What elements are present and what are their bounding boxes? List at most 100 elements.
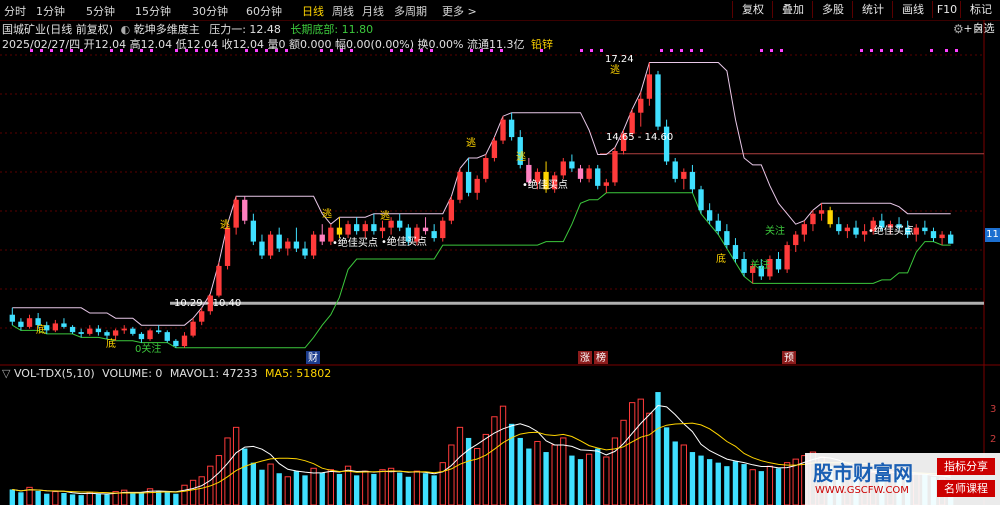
upper-envelope-line — [12, 62, 951, 326]
volume-bar-up — [603, 456, 610, 505]
tab-daily[interactable]: 日线 — [302, 3, 324, 19]
volume-bar-down — [259, 469, 265, 505]
candle-body — [242, 199, 248, 221]
teacher-course-button[interactable]: 名师课程 — [937, 480, 995, 497]
tab-weekly[interactable]: 周线 — [332, 3, 354, 19]
signal-dot — [130, 49, 133, 52]
candle-body — [379, 227, 386, 232]
escape-label: 逃 — [322, 207, 332, 220]
volume-bar-up — [585, 453, 593, 505]
volume-toggle-icon[interactable]: ▽ — [2, 367, 10, 380]
attention-label: 0关注 — [135, 342, 161, 355]
candle-body — [397, 220, 403, 228]
bottom-label: 底 — [106, 337, 116, 350]
candle-body — [431, 231, 437, 239]
tab-30min[interactable]: 30分钟 — [192, 3, 228, 19]
volume-bar-down — [655, 392, 661, 505]
volume-bar-up — [439, 462, 446, 505]
signal-dot — [320, 49, 323, 52]
signal-dot — [420, 49, 423, 52]
volume-bar-up — [491, 416, 498, 505]
mark-button[interactable]: 标记 — [960, 1, 1000, 18]
volume-bar-down — [431, 475, 437, 505]
signal-dot — [430, 49, 433, 52]
candle-body — [448, 199, 455, 221]
candle-body — [250, 220, 257, 242]
volume-bar-up — [456, 426, 464, 505]
signal-dot — [540, 49, 543, 52]
candle-body — [853, 227, 859, 235]
event-marker-label: 涨 — [580, 352, 590, 364]
watermark-title: 股市财富网 — [813, 461, 913, 485]
candle-body — [353, 224, 360, 232]
signal-dot — [900, 49, 903, 52]
candle-body — [948, 234, 954, 244]
candle-body — [224, 227, 231, 266]
tab-15min[interactable]: 15分钟 — [135, 3, 171, 19]
tab-60min[interactable]: 60分钟 — [246, 3, 282, 19]
signal-dot — [890, 49, 893, 52]
tab-5min[interactable]: 5分钟 — [86, 3, 115, 19]
volume-bar-up — [310, 467, 317, 505]
draw-line-button[interactable]: 画线 — [892, 1, 933, 18]
volume-bar-up — [198, 476, 205, 505]
candle-body — [147, 330, 153, 340]
signal-dot — [185, 49, 188, 52]
volume-bar-up — [448, 444, 455, 505]
tab-1min[interactable]: 1分钟 — [36, 3, 65, 19]
candle-body — [362, 224, 368, 232]
fuquan-button[interactable]: 复权 — [732, 1, 773, 18]
volume-bar-up — [534, 440, 541, 505]
candle-body — [190, 321, 196, 336]
tab-more[interactable]: 更多 > — [442, 3, 477, 19]
volume-bar-up — [379, 469, 386, 505]
best-buy-label: •绝佳买点 — [522, 178, 568, 191]
overlay-button[interactable]: 叠加 — [772, 1, 813, 18]
tab-monthly[interactable]: 月线 — [362, 3, 384, 19]
volume-bar-up — [637, 398, 644, 505]
volume-bar-up — [620, 419, 627, 505]
volume-title: VOL-TDX(5,10) — [13, 367, 95, 380]
candle-body — [827, 210, 833, 225]
candle-body — [95, 328, 102, 333]
f10-button[interactable]: F10 — [932, 1, 961, 18]
best-buy-label: •绝佳买点 — [332, 236, 378, 249]
signal-dot — [120, 49, 123, 52]
high-price-label: 17.24 — [605, 54, 634, 65]
candle-body — [465, 171, 472, 193]
tab-fenshi[interactable]: 分时 — [4, 3, 26, 19]
tab-multi-period[interactable]: 多周期 — [394, 3, 427, 19]
volume-bar-up — [189, 479, 197, 505]
volume-bar-down — [758, 471, 764, 505]
signal-dot — [400, 49, 403, 52]
volume-bar-up — [215, 455, 223, 505]
volume-bar-up — [482, 433, 489, 505]
volume-bar-down — [732, 461, 739, 505]
lower-zone-label: 10.29 - 10.40 — [174, 298, 241, 309]
statistics-button[interactable]: 统计 — [852, 1, 893, 18]
escape-label: 逃 — [610, 63, 620, 76]
signal-dot — [955, 49, 958, 52]
candle-body — [810, 213, 816, 225]
candle-body — [112, 330, 119, 336]
volume-bar-down — [61, 493, 67, 505]
signal-dot — [275, 49, 278, 52]
candle-body — [121, 328, 127, 331]
volume-bar-down — [336, 473, 343, 505]
signal-dot — [945, 49, 948, 52]
kline-chart[interactable]: 32117.24逃14.65 - 14.6010.29 - 10.40逃逃逃逃逃… — [0, 20, 1000, 505]
volume-bar-up — [766, 465, 774, 505]
signal-dot — [770, 49, 773, 52]
candle-body — [577, 168, 584, 179]
multi-stock-button[interactable]: 多股 — [812, 1, 853, 18]
indicator-share-button[interactable]: 指标分享 — [937, 458, 995, 475]
mavol1-value: MAVOL1: 47233 — [169, 367, 258, 380]
signal-dot — [245, 49, 248, 52]
signal-dot — [590, 49, 593, 52]
signal-dot — [470, 49, 473, 52]
candle-body — [698, 189, 704, 211]
volume-bar-down — [138, 493, 145, 505]
signal-dot — [860, 49, 863, 52]
candle-body — [87, 328, 93, 334]
candles — [9, 62, 954, 348]
